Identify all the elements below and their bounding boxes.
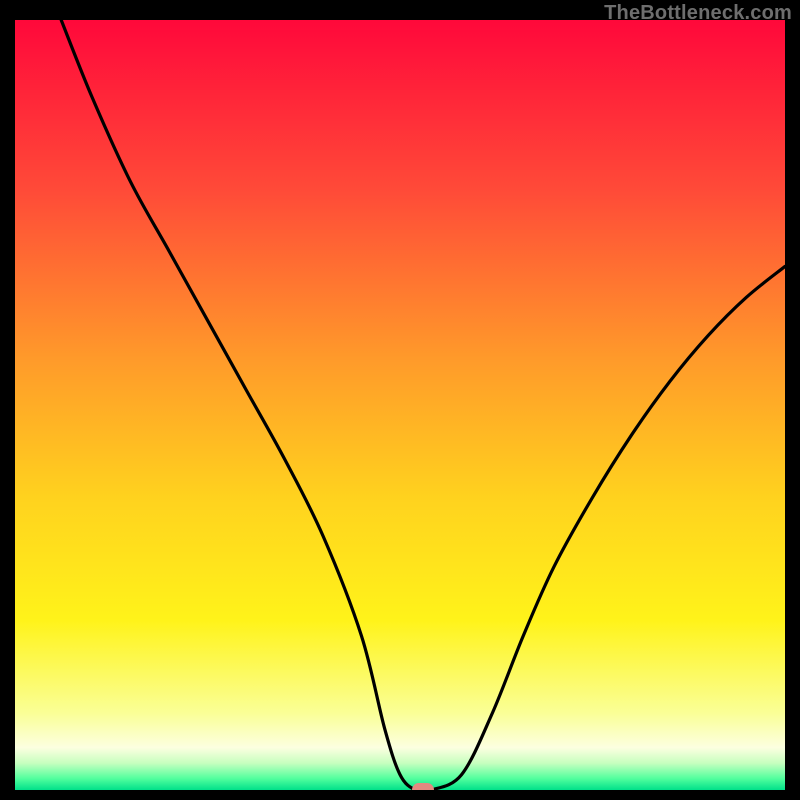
chart-stage: TheBottleneck.com xyxy=(0,0,800,800)
chart-svg xyxy=(15,20,785,790)
gradient-background xyxy=(15,20,785,790)
watermark-text: TheBottleneck.com xyxy=(604,2,792,25)
optimal-point-marker xyxy=(412,783,434,790)
plot-area xyxy=(15,20,785,790)
